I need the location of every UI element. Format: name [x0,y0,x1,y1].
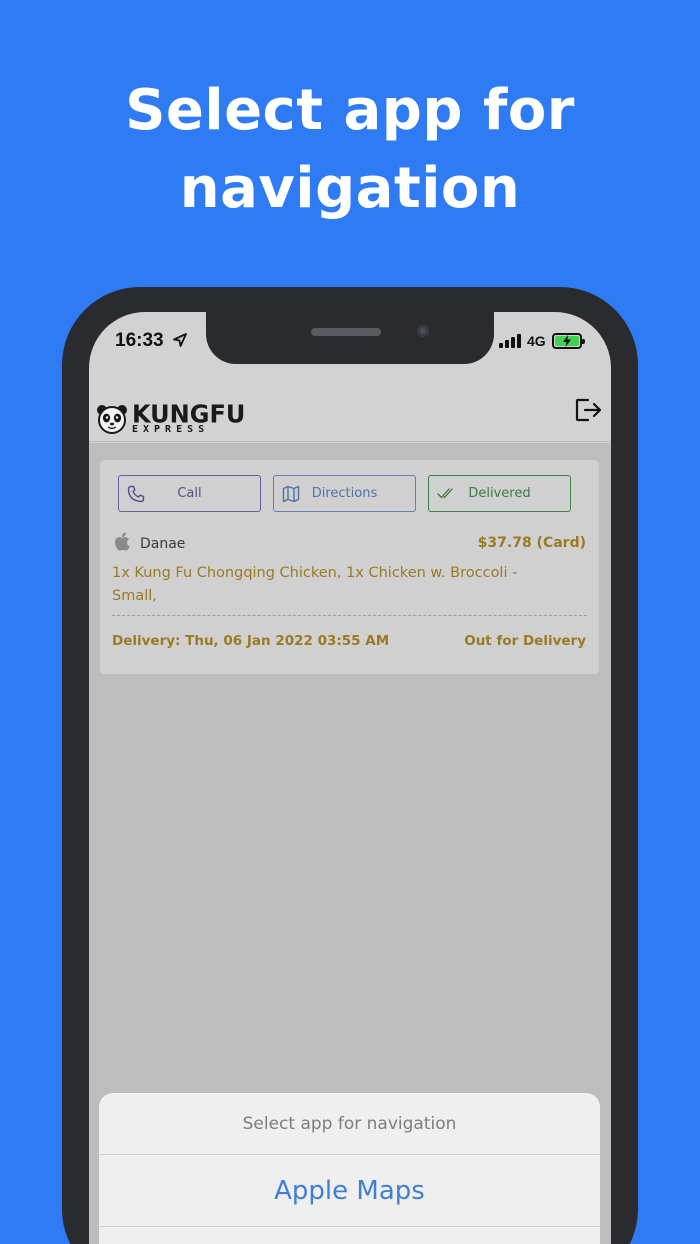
delivery-time: Delivery: Thu, 06 Jan 2022 03:55 AM [112,633,390,649]
order-price: $37.78 (Card) [477,535,586,551]
panda-logo-icon [97,404,127,434]
customer-name: Danae [140,536,186,552]
speaker [311,328,381,336]
order-status: Out for Delivery [464,633,586,649]
headline: Select app for navigation [0,72,700,228]
apple-maps-option[interactable]: Apple Maps [99,1155,600,1227]
headline-line-2: navigation [179,156,521,221]
front-camera [414,322,432,340]
dashed-divider [112,615,587,616]
network-type: 4G [527,333,546,349]
location-arrow-icon [173,333,187,347]
map-icon [282,485,300,503]
status-indicators: 4G [499,333,585,349]
double-check-icon [437,488,453,499]
directions-button[interactable]: Directions [273,475,416,512]
logo-wordmark: KUNGFU [132,399,246,429]
status-time: 16:33 [115,330,164,351]
action-sheet-title: Select app for navigation [99,1093,600,1155]
notch [206,312,494,364]
logout-icon[interactable] [574,397,604,423]
cellular-signal-icon [499,334,521,348]
headline-line-1: Select app for [125,78,575,143]
navigation-action-sheet: Select app for navigation Apple Maps [99,1093,600,1244]
battery-charging-icon [551,333,585,349]
apple-icon [115,532,130,551]
call-button[interactable]: Call [118,475,261,512]
phone-icon [127,485,145,503]
delivered-button[interactable]: Delivered [428,475,571,512]
kungfu-express-logo: KUNGFU EXPRESS [96,399,246,435]
order-items: 1x Kung Fu Chongqing Chicken, 1x Chicken… [112,565,518,604]
